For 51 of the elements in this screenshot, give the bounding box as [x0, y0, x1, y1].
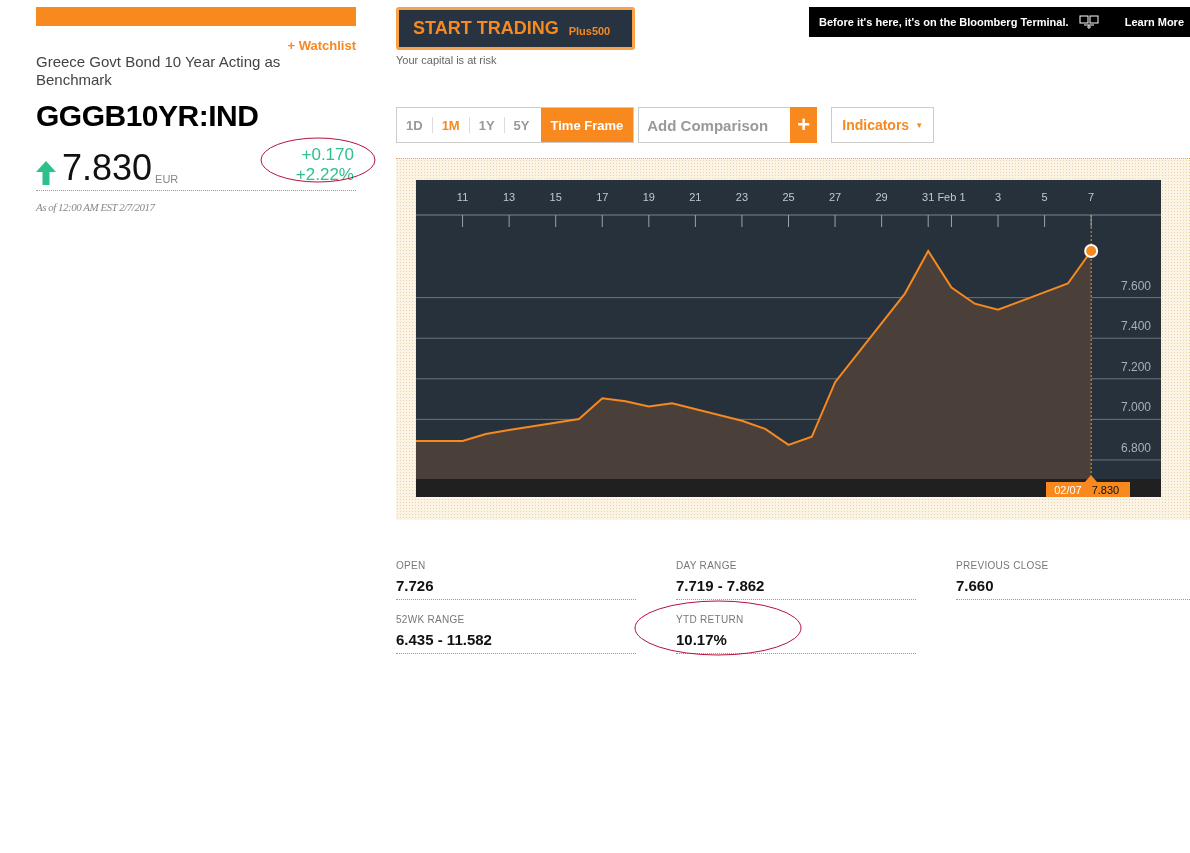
last-point-dot: [1084, 244, 1099, 258]
indicators-dropdown[interactable]: Indicators ▼: [831, 107, 935, 143]
x-tick-label: 23: [735, 191, 749, 203]
stat-value: 10.17%: [676, 631, 728, 648]
tooltip-date: 02/07: [1054, 483, 1082, 496]
x-tick-label: 21: [689, 191, 702, 203]
x-tick-label: 29: [875, 191, 888, 203]
brand-logo: Plus500: [568, 24, 611, 37]
stat-label: OPEN: [396, 560, 427, 571]
percent-change: +2.22%: [295, 165, 354, 185]
stat-label: PREVIOUS CLOSE: [956, 560, 1050, 571]
stat-label: YTD RETURN: [676, 614, 745, 625]
stat-label: DAY RANGE: [676, 560, 738, 571]
stat-value: 7.660: [956, 577, 995, 594]
ticker-symbol: GGGB10YR:IND: [36, 99, 260, 133]
x-tick-label: 17: [596, 191, 609, 203]
currency-label: EUR: [155, 173, 179, 185]
x-tick-label: 15: [549, 191, 562, 203]
x-tick-label: 31: [922, 191, 935, 203]
learn-more-link[interactable]: Learn More: [1124, 16, 1184, 28]
y-tick-label: 7.200: [1120, 359, 1151, 374]
x-tick-label: 5: [1041, 191, 1048, 203]
start-trading-button[interactable]: START TRADING Plus500: [396, 7, 635, 50]
x-tick-label: 25: [782, 191, 795, 203]
y-tick-label: 7.600: [1120, 278, 1151, 293]
stat-value: 7.719 - 7.862: [676, 577, 766, 594]
risk-note: Your capital is at risk: [396, 54, 498, 66]
comparison-field[interactable]: Add Comparison: [638, 107, 791, 143]
security-name: Greece Govt Bond 10 Year Acting as Benchmark: [36, 53, 282, 89]
y-tick-label: 6.800: [1120, 440, 1151, 455]
x-tick-label: 13: [503, 191, 516, 203]
y-tick-label: 7.000: [1120, 400, 1151, 415]
x-tick-label: Feb 1: [937, 191, 966, 203]
price-change: +0.170: [301, 145, 354, 165]
x-tick-label: 3: [994, 191, 1002, 203]
y-tick-label: 7.400: [1120, 319, 1151, 334]
watchlist-link[interactable]: + Watchlist: [287, 38, 356, 53]
timestamp: As of 12:00 AM EST 2/7/2017: [36, 201, 157, 213]
x-tick-label: 11: [456, 191, 469, 203]
stat-value: 6.435 - 11.582: [396, 631, 493, 648]
x-tick-label: 19: [642, 191, 655, 203]
time-frame-button[interactable]: Time Frame: [540, 108, 634, 142]
x-tick-label: 7: [1088, 191, 1095, 203]
add-button[interactable]: +: [790, 107, 818, 143]
banner-text: Before it's here, it's on the Bloomberg Terminal.: [819, 16, 1069, 28]
monitor-icon: [1078, 15, 1099, 29]
stat-label: 52WK RANGE: [396, 614, 466, 625]
tooltip-value: 7.830: [1091, 483, 1120, 496]
x-tick-label: 27: [828, 191, 842, 203]
stat-value: 7.726: [396, 577, 435, 594]
price-value: 7.830: [62, 151, 153, 185]
